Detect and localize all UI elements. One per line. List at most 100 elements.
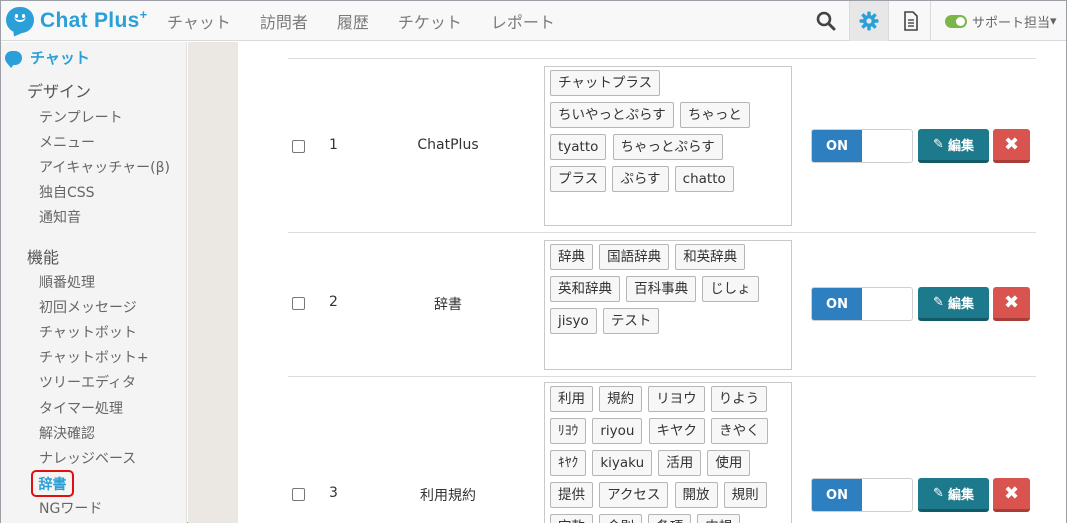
sidebar-item-resolve-confirm[interactable]: 解決確認	[39, 423, 95, 443]
synonym-tag: ちゃっとぷらす	[612, 134, 723, 160]
nav-tickets[interactable]: チケット	[398, 9, 462, 33]
row-number: 2	[329, 294, 338, 310]
edit-label: 編集	[947, 488, 974, 503]
gear-icon[interactable]	[849, 1, 889, 41]
synonym-tag: プラス	[550, 166, 607, 192]
edit-button[interactable]: ✎ 編集	[918, 287, 989, 321]
edit-label: 編集	[947, 297, 974, 312]
synonym-tag-box: 辞典 国語辞典 和英辞典 英和辞典 百科事典 じしょ jisyo テスト	[544, 240, 792, 370]
synonym-tag: チャットプラス	[550, 70, 661, 96]
nav-reports[interactable]: レポート	[491, 9, 555, 33]
sidebar-header-label: チャット	[30, 49, 90, 67]
nav-history[interactable]: 履歴	[337, 9, 369, 33]
synonym-tag: リヨウ	[648, 386, 705, 412]
row-name: 利用規約	[420, 488, 476, 504]
sidebar-section-design[interactable]: デザイン	[27, 78, 91, 102]
document-icon[interactable]	[891, 1, 931, 41]
nav-chat[interactable]: チャット	[167, 9, 231, 33]
synonym-tag: 活用	[658, 450, 702, 476]
sidebar-item-timer[interactable]: タイマー処理	[39, 398, 123, 418]
synonym-tag: 規則	[723, 482, 767, 508]
synonym-tag: ﾘﾖｳ	[550, 418, 587, 444]
synonym-tag: ちゃっと	[679, 102, 750, 128]
synonym-tag: 内規	[697, 514, 741, 523]
status-toggle-icon	[945, 14, 967, 28]
chat-logo-icon	[6, 7, 34, 33]
synonym-tag: 辞典	[550, 244, 593, 270]
pencil-icon: ✎	[933, 137, 944, 152]
synonym-tag: 百科事典	[626, 276, 697, 302]
sidebar-item-chatbot[interactable]: チャットボット	[39, 322, 137, 342]
on-off-toggle[interactable]: ON	[811, 478, 913, 512]
sidebar-item-queue[interactable]: 順番処理	[39, 272, 95, 292]
row-name: ChatPlus	[417, 137, 479, 153]
sidebar: チャット デザイン テンプレート メニュー アイキャッチャー(β) 独自CSS …	[1, 42, 187, 523]
content-gutter	[188, 42, 238, 523]
delete-button[interactable]: ✖	[993, 129, 1030, 163]
synonym-tag: 国語辞典	[599, 244, 670, 270]
pencil-icon: ✎	[933, 486, 944, 501]
edit-label: 編集	[947, 139, 974, 154]
nav-visitors[interactable]: 訪問者	[260, 9, 308, 33]
toggle-on-label: ON	[812, 288, 862, 320]
brand-logo[interactable]: Chat Plus+	[6, 5, 147, 35]
synonym-tag: じしょ	[702, 276, 759, 302]
sidebar-item-notification-sound[interactable]: 通知音	[39, 207, 81, 227]
synonym-tag-box: チャットプラス ちいやっとぷらす ちゃっと tyatto ちゃっとぷらす プラス…	[544, 66, 792, 226]
top-navbar: Chat Plus+ チャット 訪問者 履歴 チケット レポート サポート担当 …	[1, 1, 1066, 41]
synonym-tag: ちいやっとぷらす	[550, 102, 674, 128]
sidebar-item-eyecatcher[interactable]: アイキャッチャー(β)	[39, 157, 170, 177]
synonym-tag: chatto	[674, 166, 734, 192]
synonym-tag: 使用	[707, 450, 751, 476]
row-number: 3	[329, 485, 338, 501]
sidebar-item-chatbot-plus[interactable]: チャットボット+	[39, 347, 149, 367]
dictionary-table: 1 ChatPlus チャットプラス ちいやっとぷらす ちゃっと tyatto …	[238, 42, 1066, 523]
sidebar-item-dictionary[interactable]: 辞書	[31, 470, 74, 497]
synonym-tag: tyatto	[550, 134, 607, 160]
pencil-icon: ✎	[933, 295, 944, 310]
synonym-tag: ぷらす	[612, 166, 669, 192]
sidebar-item-custom-css[interactable]: 独自CSS	[39, 182, 95, 202]
sidebar-item-template[interactable]: テンプレート	[39, 107, 123, 127]
sidebar-item-tree-editor[interactable]: ツリーエディタ	[39, 372, 136, 392]
sidebar-item-menu[interactable]: メニュー	[39, 132, 95, 152]
synonym-tag: 定款	[550, 514, 593, 523]
synonym-tag: 開放	[674, 482, 718, 508]
sidebar-header-chat[interactable]: チャット	[5, 47, 90, 68]
row-checkbox[interactable]	[292, 488, 305, 501]
row-number: 1	[329, 137, 338, 153]
synonym-tag: 利用	[550, 386, 593, 412]
main-nav: チャット 訪問者 履歴 チケット レポート	[167, 1, 584, 41]
synonym-tag: アクセス	[599, 482, 669, 508]
status-dropdown[interactable]: サポート担当 ▾	[945, 1, 1057, 41]
chat-bubble-icon	[5, 50, 22, 68]
delete-button[interactable]: ✖	[993, 478, 1030, 512]
synonym-tag: kiyaku	[592, 450, 653, 476]
chevron-down-icon: ▾	[1050, 13, 1057, 29]
table-row: 2 辞書 辞典 国語辞典 和英辞典 英和辞典 百科事典 じしょ jisyo テス…	[288, 232, 1036, 376]
toggle-on-label: ON	[812, 130, 862, 162]
edit-button[interactable]: ✎ 編集	[918, 478, 989, 512]
synonym-tag: テスト	[602, 308, 660, 334]
search-icon[interactable]	[809, 1, 843, 41]
synonym-tag-box: 利用 規約 リヨウ りよう ﾘﾖｳ riyou キヤク きやく ｷﾔｸ kiya…	[544, 382, 792, 523]
row-checkbox[interactable]	[292, 140, 305, 153]
row-checkbox[interactable]	[292, 297, 305, 310]
synonym-tag: りよう	[710, 386, 768, 412]
sidebar-item-knowledge-base[interactable]: ナレッジベース	[39, 448, 136, 468]
sidebar-section-features[interactable]: 機能	[27, 244, 59, 268]
brand-name: Chat Plus+	[40, 7, 148, 32]
sidebar-item-ng-words[interactable]: NGワード	[39, 498, 102, 518]
on-off-toggle[interactable]: ON	[811, 129, 913, 163]
synonym-tag: きやく	[711, 418, 768, 444]
on-off-toggle[interactable]: ON	[811, 287, 913, 321]
synonym-tag: riyou	[592, 418, 643, 444]
synonym-tag: 規約	[599, 386, 643, 412]
edit-button[interactable]: ✎ 編集	[918, 129, 989, 163]
synonym-tag: jisyo	[550, 308, 597, 334]
synonym-tag: 英和辞典	[550, 276, 620, 302]
delete-button[interactable]: ✖	[993, 287, 1030, 321]
sidebar-item-first-message[interactable]: 初回メッセージ	[39, 297, 137, 317]
synonym-tag: 和英辞典	[675, 244, 746, 270]
toggle-on-label: ON	[812, 479, 862, 511]
